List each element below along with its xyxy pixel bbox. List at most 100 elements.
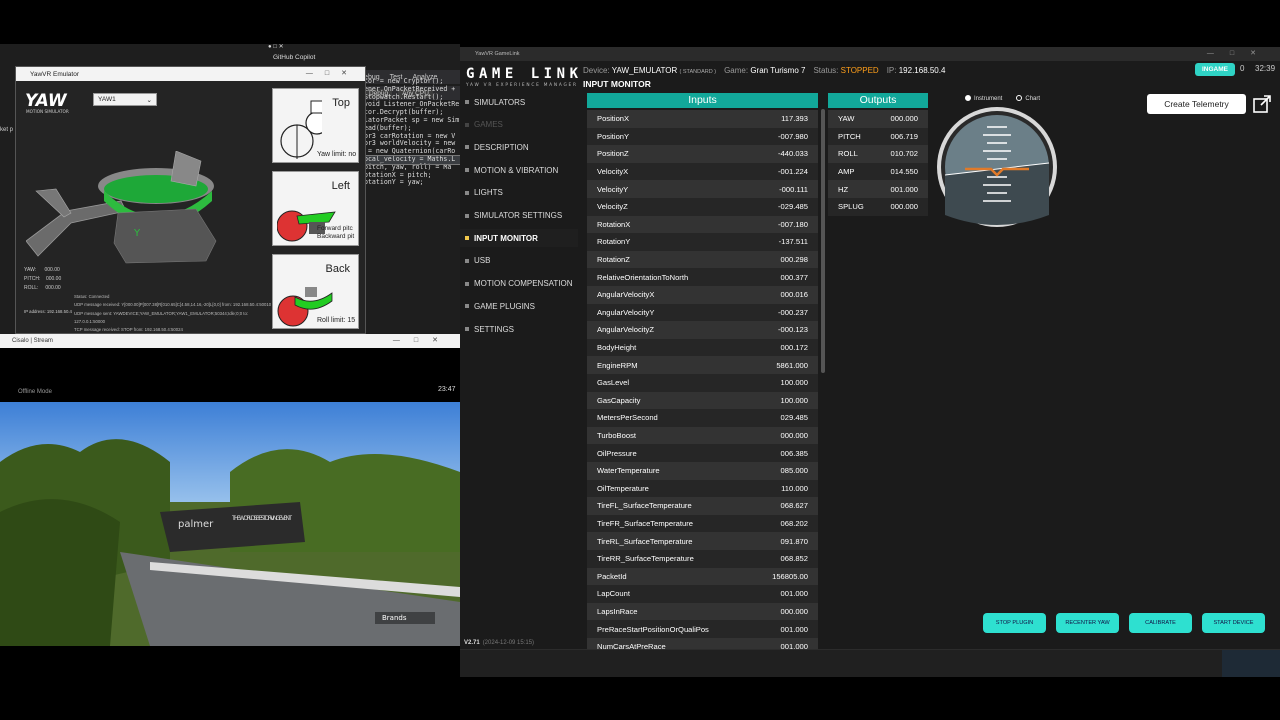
window-controls[interactable]: —□✕: [1207, 49, 1272, 57]
view-label: Left: [331, 180, 350, 192]
sidebar-item-simulator-settings[interactable]: SIMULATOR SETTINGS: [460, 207, 578, 225]
page-title: INPUT MONITOR: [583, 79, 651, 89]
github-copilot-label[interactable]: GitHub Copilot: [273, 54, 315, 61]
table-row: AngularVelocityZ -000.123: [587, 321, 818, 339]
tray-icons: ● □ ✕: [268, 43, 284, 50]
table-row: MetersPerSecond 029.485: [587, 409, 818, 427]
bottom-bar: [460, 649, 1280, 677]
input-value: 091.870: [780, 536, 808, 546]
input-name: AngularVelocityX: [597, 290, 655, 300]
input-name: VelocityZ: [597, 202, 628, 212]
create-telemetry-button[interactable]: Create Telemetry: [1147, 94, 1246, 114]
stream-letterbox: [0, 348, 460, 402]
input-value: -007.180: [778, 219, 808, 229]
output-name: HZ: [838, 184, 849, 194]
back-view-panel[interactable]: Back Roll limit: 15: [272, 254, 359, 329]
input-name: TurboBoost: [597, 431, 636, 441]
input-value: 000.377: [780, 272, 808, 282]
sidebar-item-motion-vibration[interactable]: MOTION & VIBRATION: [460, 161, 578, 179]
recenter-yaw-button[interactable]: RECENTER YAW: [1056, 613, 1119, 633]
input-name: PreRaceStartPositionOrQualiPos: [597, 624, 709, 634]
device-select[interactable]: YAW1 ⌄: [93, 93, 157, 106]
left-view-panel[interactable]: Left Forward pitc Backward pit: [272, 171, 359, 246]
simulator-3d-view[interactable]: Y: [26, 151, 256, 271]
inputs-header: Inputs: [587, 93, 818, 108]
table-row: OilPressure 006.385: [587, 444, 818, 462]
input-value: 068.627: [780, 501, 808, 511]
input-value: -001.224: [778, 167, 808, 177]
sidebar-item-motion-compensation[interactable]: MOTION COMPENSATION: [460, 275, 578, 293]
start-device-button[interactable]: START DEVICE: [1202, 613, 1265, 633]
input-value: 029.485: [780, 413, 808, 423]
external-window-icon[interactable]: [1252, 94, 1272, 114]
sidebar-item-simulators[interactable]: SIMULATORS: [460, 93, 578, 111]
sidebar-item-lights[interactable]: LIGHTS: [460, 184, 578, 202]
view-mode-radios: Instrument Chart: [965, 95, 1040, 102]
input-name: MetersPerSecond: [597, 413, 658, 423]
stat-pitch: PITCH: 000.00: [24, 276, 62, 282]
output-value: 006.719: [890, 131, 918, 141]
table-row: WaterTemperature 085.000: [587, 462, 818, 480]
bottom-right-panel: [1222, 650, 1280, 677]
input-name: AngularVelocityZ: [597, 325, 654, 335]
radio-chart[interactable]: Chart: [1016, 95, 1040, 102]
calibrate-button[interactable]: CALIBRATE: [1129, 613, 1192, 633]
game-stream-view: palmer THE WORLD'S BEST DRIVING EVENT Br…: [0, 402, 460, 646]
input-value: -000.237: [778, 307, 808, 317]
table-row: TireRL_SurfaceTemperature 091.870: [587, 532, 818, 550]
vs-left-fragment: ket p: [0, 127, 14, 133]
ingame-badge[interactable]: INGAME: [1195, 63, 1235, 76]
top-view-panel[interactable]: Top Yaw limit: no: [272, 88, 359, 163]
radio-instrument[interactable]: Instrument: [965, 95, 1002, 102]
output-value: 014.550: [890, 167, 918, 177]
radio-chart-label: Chart: [1025, 96, 1041, 102]
table-row: PacketId 156805.00: [587, 567, 818, 586]
stop-plugin-button[interactable]: STOP PLUGIN: [983, 613, 1046, 633]
game-label: Game:: [724, 65, 749, 75]
top-view-diagram: [280, 100, 322, 159]
table-row: LapCount 001.000: [587, 585, 818, 603]
radio-on-icon: [965, 95, 971, 101]
input-name: TireRL_SurfaceTemperature: [597, 536, 693, 546]
yaw-logo-sub: MOTION SIMULATOR: [26, 109, 69, 114]
sidebar-item-games[interactable]: GAMES: [460, 116, 578, 134]
input-name: OilPressure: [597, 448, 637, 458]
version-label: V2.71 (2024-12-09 15:15): [464, 640, 534, 646]
sidebar-item-settings[interactable]: SETTINGS: [460, 320, 578, 338]
table-row: AngularVelocityX 000.016: [587, 286, 818, 304]
window-controls[interactable]: —□✕: [393, 336, 452, 344]
sidebar-item-game-plugins[interactable]: GAME PLUGINS: [460, 297, 578, 315]
stat-yaw: YAW: 000.00: [24, 267, 60, 273]
desktop-strip: [0, 0, 460, 44]
input-value: 000.000: [780, 431, 808, 441]
code-line: RotationY = yaw;: [360, 178, 424, 187]
code-editor[interactable]: ptor = new Cryptor(); tener.OnPacketRecei…: [360, 78, 460, 338]
input-value: 006.385: [780, 448, 808, 458]
device-type: ( STANDARD ): [679, 68, 717, 75]
inputs-table[interactable]: Inputs PositionX 117.393 PositionY -007.980…: [587, 93, 818, 653]
table-row: GasCapacity 100.000: [587, 391, 818, 410]
window-controls[interactable]: —□✕: [306, 69, 359, 77]
input-name: PositionX: [597, 114, 630, 124]
table-row: PITCH 006.719: [828, 127, 928, 146]
gamelink-window: YawVR GameLink —□✕ GAME LINK YAW VR EXPE…: [460, 47, 1280, 677]
ip-label: IP:: [886, 65, 897, 75]
radio-instrument-label: Instrument: [974, 96, 1003, 102]
input-name: TireRR_SurfaceTemperature: [597, 554, 694, 564]
sidebar-item-input-monitor[interactable]: INPUT MONITOR: [460, 229, 578, 248]
sidebar-item-usb[interactable]: USB: [460, 252, 578, 270]
input-name: LapCount: [597, 589, 630, 599]
emulator-title: YawVR Emulator: [30, 70, 80, 78]
input-value: 156805.00: [772, 571, 808, 581]
table-row: RotationY -137.511: [587, 233, 818, 251]
outputs-header: Outputs: [828, 93, 928, 108]
input-value: 117.393: [781, 114, 808, 124]
sidebar-item-description[interactable]: DESCRIPTION: [460, 138, 578, 156]
inputs-scrollbar[interactable]: [821, 109, 825, 373]
table-row: TireFR_SurfaceTemperature 068.202: [587, 514, 818, 533]
view-label: Back: [325, 263, 350, 275]
table-row: AMP 014.550: [828, 162, 928, 181]
table-row: RelativeOrientationToNorth 000.377: [587, 268, 818, 286]
output-value: 001.000: [890, 184, 918, 194]
device-select-value: YAW1: [98, 96, 116, 103]
